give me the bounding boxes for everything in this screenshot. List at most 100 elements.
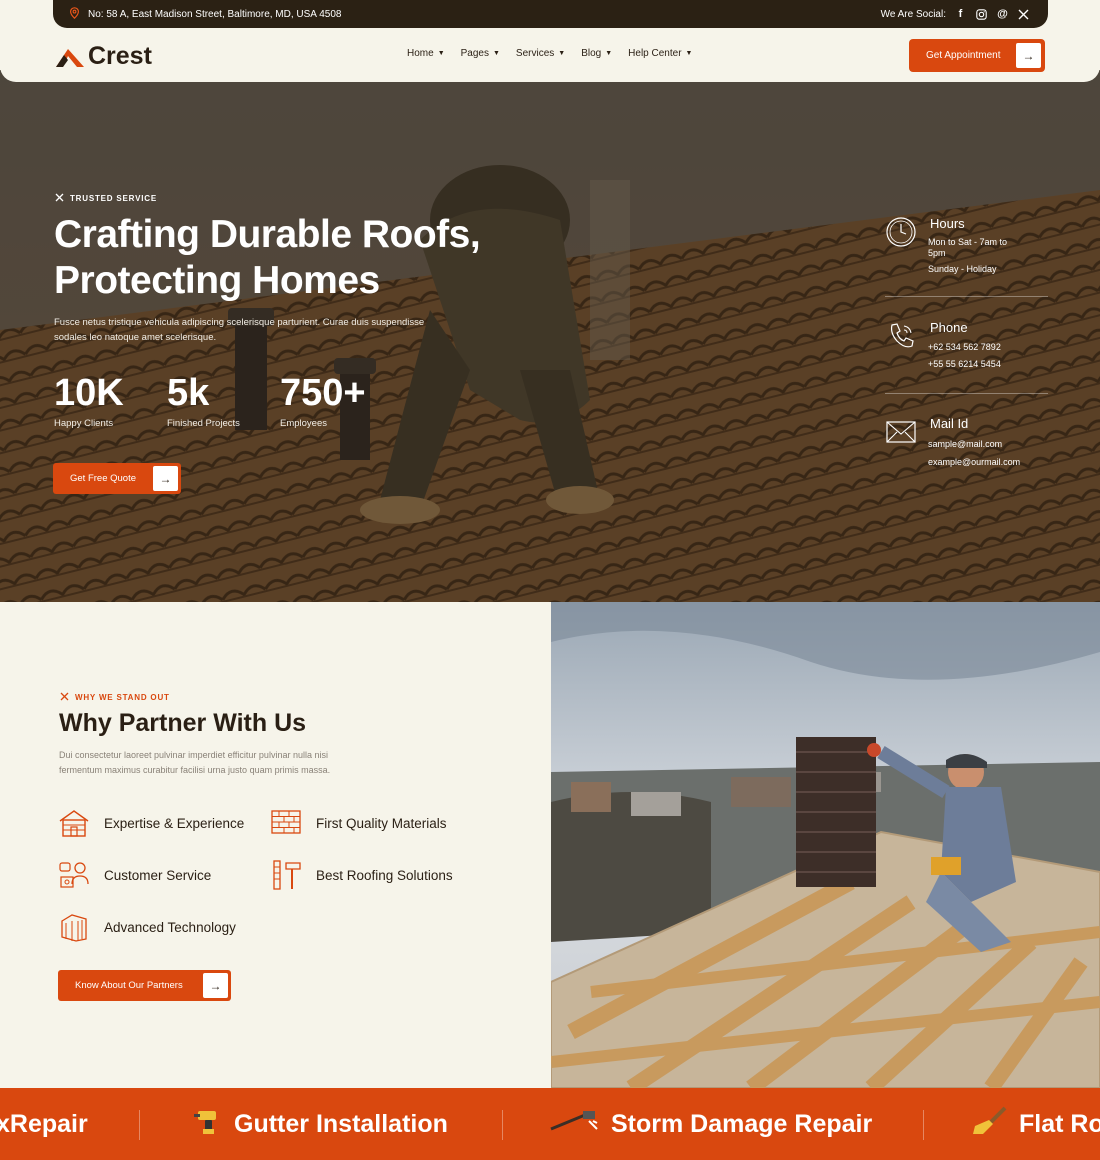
stat-value: 5k	[167, 372, 210, 414]
chevron-down-icon: ▼	[685, 50, 693, 57]
logo-text: Crest	[88, 42, 152, 70]
hours-title: Hours	[930, 216, 965, 231]
nav-blog-label: Blog	[581, 48, 602, 59]
know-about-partners-label: Know About Our Partners	[75, 980, 183, 991]
tools-cross-icon	[55, 193, 64, 204]
site-header: Crest Home ▼ Pages ▼ Services ▼ Blog ▼ Help …	[0, 28, 1100, 82]
nav-help-center[interactable]: Help Center ▼	[628, 48, 692, 59]
phone-number-1[interactable]: +62 534 562 7892	[928, 342, 1048, 353]
chevron-down-icon: ▼	[492, 50, 500, 57]
stat-happy-clients: 10K Happy Clients	[54, 370, 167, 429]
hours-line2: 5pm	[928, 248, 946, 258]
stat-label: Finished Projects	[167, 418, 240, 429]
chevron-down-icon: ▼	[605, 50, 613, 57]
hero-title: Crafting Durable Roofs, Protecting Homes	[54, 212, 574, 304]
mail-address-1[interactable]: sample@mail.com	[928, 439, 1048, 450]
nav-services[interactable]: Services ▼	[516, 48, 565, 59]
get-appointment-label: Get Appointment	[926, 50, 1001, 61]
house-icon	[59, 810, 89, 837]
marquee-divider	[502, 1110, 503, 1140]
why-description: Dui consectetur laoreet pulvinar imperdi…	[59, 748, 369, 778]
roofer-photo	[551, 602, 1100, 1088]
main-nav: Home ▼ Pages ▼ Services ▼ Blog ▼ Help Center…	[407, 48, 692, 59]
stat-value: 750+	[280, 372, 366, 414]
get-appointment-button[interactable]: Get Appointment →	[910, 40, 1044, 71]
tools-icon	[273, 860, 301, 890]
brush-icon	[971, 1106, 1007, 1143]
mail-title: Mail Id	[930, 416, 969, 431]
why-tagline-text: WHY WE STAND OUT	[75, 693, 170, 702]
info-phone: Phone +62 534 562 7892 +55 55 6214 5454	[885, 320, 1048, 390]
marquee-item-label: Storm Damage Repair	[611, 1109, 873, 1138]
get-free-quote-button[interactable]: Get Free Quote →	[53, 463, 181, 494]
nav-home[interactable]: Home ▼	[407, 48, 445, 59]
marquee-item-prefix: x	[0, 1109, 10, 1138]
feature-expertise: Expertise & Experience	[58, 807, 244, 839]
stat-value: 10K	[54, 372, 124, 414]
feature-advanced-technology: Advanced Technology	[58, 911, 236, 943]
crest-logo-icon	[56, 48, 84, 67]
info-hours: Hours Mon to Sat - 7am to 5pm Sunday - H…	[885, 216, 1048, 306]
know-about-partners-button[interactable]: Know About Our Partners →	[58, 970, 231, 1001]
nav-services-label: Services	[515, 48, 555, 59]
clock-icon	[886, 217, 916, 247]
hero-title-line2: Protecting Homes	[54, 259, 380, 302]
why-description-line2: fermentum maximus curabitur facilisi urn…	[59, 765, 331, 775]
tools-cross-icon	[60, 692, 69, 703]
feature-customer-service: Customer Service	[58, 859, 211, 891]
chevron-down-icon: ▼	[558, 50, 566, 57]
nav-pages-label: Pages	[460, 48, 489, 59]
arrow-right-icon: →	[153, 466, 178, 491]
arrow-right-icon: →	[203, 973, 228, 998]
marquee-item: Storm Damage Repair	[549, 1088, 872, 1160]
marquee-item-label: Flat Ro	[1019, 1109, 1100, 1138]
nav-pages[interactable]: Pages ▼	[461, 48, 500, 59]
why-title: Why Partner With Us	[59, 709, 307, 737]
threads-icon[interactable]: @	[996, 8, 1009, 21]
top-info-bar: No: 58 A, East Madison Street, Baltimore…	[53, 0, 1048, 28]
hero-description-line1: Fusce netus tristique vehicula adipiscin…	[54, 317, 425, 328]
phone-title: Phone	[930, 320, 968, 335]
hero-tagline-text: TRUSTED SERVICE	[70, 194, 157, 203]
hours-line1: Mon to Sat - 7am to	[928, 237, 1008, 247]
x-icon[interactable]	[1017, 8, 1030, 21]
mail-icon	[886, 421, 916, 443]
instagram-icon[interactable]	[975, 8, 988, 21]
services-marquee: x Repair Gutter Installation Storm Damag…	[0, 1088, 1100, 1160]
feature-label: Customer Service	[104, 867, 212, 883]
arrow-right-icon: →	[1016, 43, 1041, 68]
site-logo[interactable]: Crest	[55, 42, 152, 71]
marquee-item: x Repair	[0, 1088, 88, 1160]
get-free-quote-label: Get Free Quote	[70, 473, 137, 484]
hours-line3: Sunday - Holiday	[928, 264, 997, 274]
phone-number-2[interactable]: +55 55 6214 5454	[928, 359, 1048, 370]
roofer-image	[551, 602, 1100, 1088]
info-mail: Mail Id sample@mail.com example@ourmail.…	[885, 416, 1048, 486]
phone-icon	[890, 323, 914, 348]
marquee-divider	[139, 1110, 140, 1140]
nav-blog[interactable]: Blog ▼	[581, 48, 612, 59]
hero-section: TRUSTED SERVICE Crafting Durable Roofs, …	[0, 70, 1100, 602]
nav-home-label: Home	[407, 48, 434, 59]
marquee-item-label: Gutter Installation	[234, 1109, 448, 1138]
hero-tagline: TRUSTED SERVICE	[55, 193, 157, 204]
stat-label: Happy Clients	[54, 418, 114, 429]
mail-address-2[interactable]: example@ourmail.com	[928, 457, 1048, 468]
why-tagline: WHY WE STAND OUT	[60, 692, 170, 703]
feature-label: Expertise & Experience	[104, 815, 245, 831]
drill-icon	[192, 1107, 222, 1142]
why-description-line1: Dui consectetur laoreet pulvinar imperdi…	[59, 750, 328, 760]
marquee-item-label: Repair	[9, 1109, 88, 1138]
bricks-icon	[271, 810, 301, 834]
facebook-icon[interactable]: f	[954, 8, 967, 21]
why-partner-section: WHY WE STAND OUT Why Partner With Us Dui…	[0, 602, 551, 1088]
feature-roofing-solutions: Best Roofing Solutions	[270, 859, 453, 891]
stat-employees: 750+ Employees	[280, 370, 393, 429]
hero-stats: 10K Happy Clients 5k Finished Projects 7…	[54, 370, 393, 429]
address: No: 58 A, East Madison Street, Baltimore…	[69, 6, 341, 22]
frame-icon	[61, 914, 87, 942]
social-links: We Are Social: f @	[881, 8, 1030, 21]
hero-description-line2: sodales leo natoque amet scelerisque.	[54, 332, 217, 343]
feature-label: Advanced Technology	[104, 919, 236, 935]
hammer-icon	[549, 1109, 599, 1140]
